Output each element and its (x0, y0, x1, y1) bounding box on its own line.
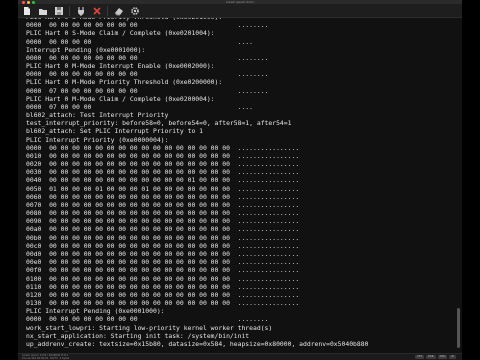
terminal-line: work_start_lowpri: Starting low-priority… (26, 323, 273, 332)
terminal-line: nx_start_application: Starting init task… (26, 331, 250, 340)
disconnect-button[interactable] (91, 5, 102, 16)
terminal-line: 0090 00 00 00 00 00 00 00 00 00 00 00 00… (26, 217, 300, 226)
terminal-line: 00f0 00 00 00 00 00 00 00 00 00 00 00 00… (26, 266, 300, 275)
terminal-line: 00d0 00 00 00 00 00 00 00 00 00 00 00 00… (26, 249, 300, 258)
terminal-line: 0000 00 00 00 00 00 00 00 00 ........ (26, 315, 269, 324)
terminal-line: PLIC Hart 0 M-Mode Interrupt Enable (0xe… (26, 62, 215, 71)
terminal-line: 0000 00 00 00 00 00 00 00 00 ........ (26, 53, 269, 62)
status-bar: Lorem ipsum 1234 / 4000000 8 N 1 Connect… (18, 353, 462, 360)
page-icon (23, 6, 30, 15)
terminal-line: 0100 00 00 00 00 00 00 00 00 00 00 00 00… (26, 274, 300, 283)
signal-badge: DCD (437, 355, 448, 359)
terminal-line: 0050 01 00 00 00 01 00 00 00 01 00 00 00… (26, 184, 300, 193)
terminal-line: up_addrenv_create: textsize=0x15b80, dat… (26, 339, 369, 348)
terminal-line: 0010 00 00 00 00 00 00 00 00 00 00 00 00… (26, 151, 300, 160)
terminal-line: PLIC Hart 0 M-Mode Claim / Complete (0xe… (26, 94, 215, 103)
signal-badge: RI (449, 355, 456, 359)
terminal-line: 0120 00 00 00 00 00 00 00 00 00 00 00 00… (26, 290, 300, 299)
toolbar (18, 4, 462, 18)
signal-badge: DSR (426, 355, 436, 359)
terminal-line: 0060 00 00 00 00 00 00 00 00 00 00 00 00… (26, 192, 300, 201)
terminal-line: 0040 00 00 00 00 00 00 00 00 00 00 00 00… (26, 176, 300, 185)
settings-button[interactable] (129, 5, 140, 16)
toolbar-separator (107, 5, 108, 16)
floppy-icon (54, 6, 63, 15)
terminal-line: 0070 00 00 00 00 00 00 00 00 00 00 00 00… (26, 200, 300, 209)
eraser-icon (114, 7, 123, 15)
plug-icon (77, 6, 84, 16)
letterbox-right (462, 0, 480, 360)
terminal-line: 0020 00 00 00 00 00 00 00 00 00 00 00 00… (26, 160, 300, 169)
terminal-line: PLIC Hart 0 M-Mode Priority Threshold (0… (26, 78, 223, 87)
scrollbar-thumb[interactable] (457, 308, 460, 348)
open-button[interactable] (37, 5, 48, 16)
terminal-line: PLIC Interrupt Pending (0xe0001000): (26, 307, 165, 316)
terminal-line: 00b0 00 00 00 00 00 00 00 00 00 00 00 00… (26, 233, 300, 242)
clear-button[interactable] (113, 5, 124, 16)
terminal-line: 0130 00 00 00 00 00 00 00 00 00 00 00 00… (26, 299, 300, 308)
terminal-line: 00a0 00 00 00 00 00 00 00 00 00 00 00 00… (26, 225, 300, 234)
terminal-line: 0000 00 00 00 00 00 00 00 00 ........ (26, 70, 269, 79)
signal-badges: CTS DSR DCD RI (415, 355, 456, 359)
terminal-line: 0000 00 00 00 00 00 00 00 00 00 00 00 00… (26, 143, 300, 152)
terminal-line: 0000 00 00 00 00 00 00 00 00 ........ (26, 21, 269, 30)
terminal-window: Lorem ipsum dolor 0000 00 00 00 00 00 00… (18, 0, 462, 360)
terminal-line: 0000 00 00 00 00 .... (26, 37, 254, 46)
terminal-output[interactable]: PLIC Hart 0 S-Mode Priority Threshold (0… (18, 18, 462, 353)
toolbar-separator (69, 5, 70, 16)
signal-badge: CTS (415, 355, 425, 359)
close-icon (92, 6, 101, 15)
new-session-button[interactable] (21, 5, 32, 16)
terminal-line: PLIC Hart 0 S-Mode Claim / Complete (0xe… (26, 29, 215, 38)
terminal-line: bl602_attach: Test Interrupt Priority (26, 111, 169, 120)
gear-icon (130, 6, 139, 15)
terminal-line: 00c0 00 00 00 00 00 00 00 00 00 00 00 00… (26, 241, 300, 250)
terminal-line: bl602_attach: Set PLIC Interrupt Priorit… (26, 127, 203, 136)
folder-icon (38, 8, 47, 15)
letterbox-left (0, 0, 18, 360)
terminal-line: 0080 00 00 00 00 00 00 00 00 00 00 00 00… (26, 209, 300, 218)
terminal-line: 0000 07 00 00 00 .... (26, 102, 254, 111)
save-button[interactable] (53, 5, 64, 16)
connect-button[interactable] (75, 5, 86, 16)
app-root: Lorem ipsum dolor 0000 00 00 00 00 00 00… (0, 0, 480, 360)
terminal-line: test_interrupt_priority: before58=0, bef… (26, 119, 292, 128)
terminal-line: 0110 00 00 00 00 00 00 00 00 00 00 00 00… (26, 282, 300, 291)
terminal-line: 0030 00 00 00 00 00 00 00 00 00 00 00 00… (26, 168, 300, 177)
terminal-line: PLIC Interrupt Priority (0xe0000004): (26, 135, 169, 144)
terminal-line: 0000 07 00 00 00 00 00 00 00 ........ (26, 86, 269, 95)
terminal-line: 00e0 00 00 00 00 00 00 00 00 00 00 00 00… (26, 258, 300, 267)
vertical-scrollbar[interactable] (454, 18, 462, 353)
terminal-line: Interrupt Pending (0xe0001000): (26, 45, 146, 54)
